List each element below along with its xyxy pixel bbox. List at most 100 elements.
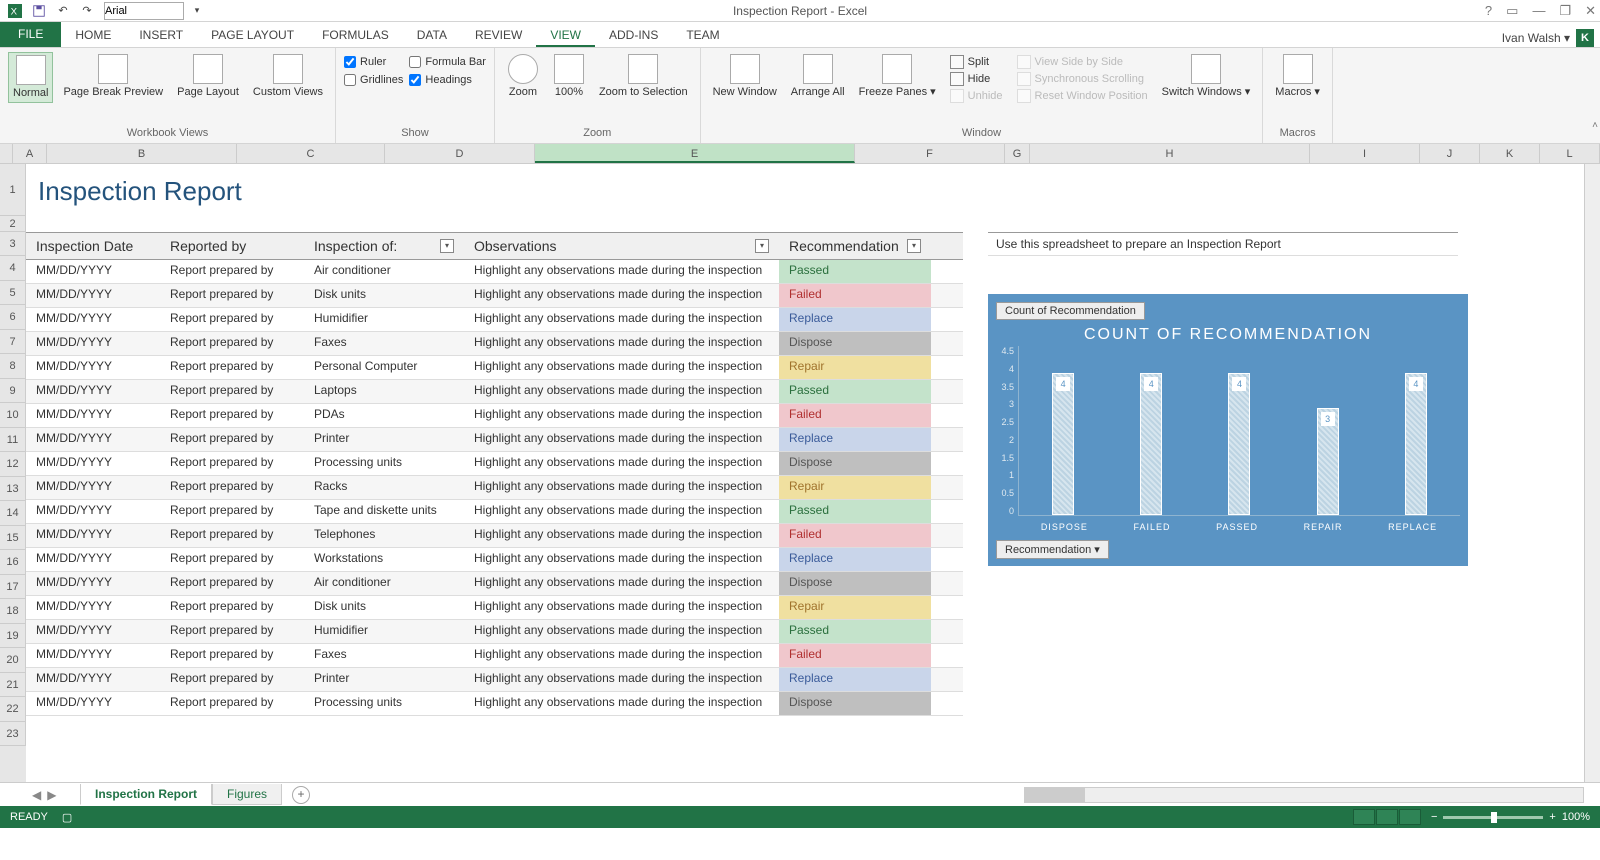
row-header-20[interactable]: 20 — [0, 648, 26, 673]
font-selector[interactable] — [104, 2, 184, 20]
cell-reported-by[interactable]: Report prepared by — [160, 284, 304, 307]
normal-view-button[interactable]: Normal — [8, 52, 53, 103]
col-header-J[interactable]: J — [1420, 144, 1480, 163]
cell-date[interactable]: MM/DD/YYYY — [26, 644, 160, 667]
row-header-21[interactable]: 21 — [0, 673, 26, 698]
table-row[interactable]: MM/DD/YYYYReport prepared byTelephonesHi… — [26, 524, 963, 548]
tab-nav-prev-icon[interactable]: ◀ — [32, 788, 41, 802]
cell-inspection-of[interactable]: Air conditioner — [304, 260, 464, 283]
table-row[interactable]: MM/DD/YYYYReport prepared byTape and dis… — [26, 500, 963, 524]
tab-home[interactable]: HOME — [61, 23, 125, 47]
cell-recommendation[interactable]: Failed — [779, 404, 931, 427]
cell-inspection-of[interactable]: PDAs — [304, 404, 464, 427]
cell-reported-by[interactable]: Report prepared by — [160, 476, 304, 499]
worksheet[interactable]: Inspection Report Inspection Date Report… — [26, 164, 1584, 782]
zoom-slider[interactable] — [1443, 816, 1543, 819]
cell-inspection-of[interactable]: Air conditioner — [304, 572, 464, 595]
cell-observations[interactable]: Highlight any observations made during t… — [464, 284, 779, 307]
tab-add-ins[interactable]: ADD-INS — [595, 23, 672, 47]
filter-icon[interactable]: ▾ — [755, 239, 769, 253]
cell-observations[interactable]: Highlight any observations made during t… — [464, 692, 779, 715]
tab-formulas[interactable]: FORMULAS — [308, 23, 403, 47]
cell-inspection-of[interactable]: Humidifier — [304, 620, 464, 643]
sheet-tab-inspection-report[interactable]: Inspection Report — [80, 784, 212, 805]
tab-nav-next-icon[interactable]: ▶ — [47, 788, 56, 802]
restore-icon[interactable]: ❐ — [1559, 3, 1571, 19]
col-header-B[interactable]: B — [47, 144, 237, 163]
cell-date[interactable]: MM/DD/YYYY — [26, 356, 160, 379]
cell-reported-by[interactable]: Report prepared by — [160, 452, 304, 475]
table-row[interactable]: MM/DD/YYYYReport prepared byDisk unitsHi… — [26, 284, 963, 308]
macro-record-icon[interactable]: ▢ — [62, 811, 72, 824]
zoom-100-button[interactable]: 100% — [549, 52, 589, 101]
cell-recommendation[interactable]: Repair — [779, 596, 931, 619]
chart-field-badge[interactable]: Count of Recommendation — [996, 302, 1145, 320]
cell-date[interactable]: MM/DD/YYYY — [26, 428, 160, 451]
hide-button[interactable]: Hide — [946, 71, 1007, 87]
row-header-23[interactable]: 23 — [0, 722, 26, 746]
cell-observations[interactable]: Highlight any observations made during t… — [464, 308, 779, 331]
cell-inspection-of[interactable]: Workstations — [304, 548, 464, 571]
row-header-9[interactable]: 9 — [0, 379, 26, 404]
horizontal-scrollbar[interactable] — [1024, 787, 1584, 803]
cell-inspection-of[interactable]: Printer — [304, 668, 464, 691]
row-header-22[interactable]: 22 — [0, 697, 26, 722]
row-header-17[interactable]: 17 — [0, 575, 26, 600]
cell-reported-by[interactable]: Report prepared by — [160, 644, 304, 667]
cell-reported-by[interactable]: Report prepared by — [160, 596, 304, 619]
cell-recommendation[interactable]: Failed — [779, 644, 931, 667]
col-header-G[interactable]: G — [1005, 144, 1030, 163]
table-row[interactable]: MM/DD/YYYYReport prepared byPrinterHighl… — [26, 428, 963, 452]
cell-reported-by[interactable]: Report prepared by — [160, 692, 304, 715]
row-header-11[interactable]: 11 — [0, 428, 26, 453]
redo-icon[interactable]: ↷ — [76, 1, 98, 21]
row-header-16[interactable]: 16 — [0, 550, 26, 575]
normal-view-icon[interactable] — [1353, 809, 1375, 825]
row-header-14[interactable]: 14 — [0, 501, 26, 526]
undo-icon[interactable]: ↶ — [52, 1, 74, 21]
cell-date[interactable]: MM/DD/YYYY — [26, 284, 160, 307]
cell-inspection-of[interactable]: Laptops — [304, 380, 464, 403]
row-header-4[interactable]: 4 — [0, 256, 26, 281]
collapse-ribbon-icon[interactable]: ˄ — [1592, 120, 1598, 131]
user-avatar[interactable]: K — [1576, 29, 1594, 47]
cell-reported-by[interactable]: Report prepared by — [160, 428, 304, 451]
cell-date[interactable]: MM/DD/YYYY — [26, 332, 160, 355]
cell-recommendation[interactable]: Replace — [779, 428, 931, 451]
cell-recommendation[interactable]: Dispose — [779, 692, 931, 715]
cell-observations[interactable]: Highlight any observations made during t… — [464, 380, 779, 403]
cell-recommendation[interactable]: Replace — [779, 668, 931, 691]
col-header-F[interactable]: F — [855, 144, 1005, 163]
row-header-1[interactable]: 1 — [0, 164, 26, 216]
cell-reported-by[interactable]: Report prepared by — [160, 332, 304, 355]
row-header-6[interactable]: 6 — [0, 305, 26, 330]
formula-bar-checkbox[interactable]: Formula Bar — [409, 56, 486, 68]
ruler-checkbox[interactable]: Ruler — [344, 56, 403, 68]
cell-observations[interactable]: Highlight any observations made during t… — [464, 332, 779, 355]
row-header-13[interactable]: 13 — [0, 477, 26, 502]
cell-reported-by[interactable]: Report prepared by — [160, 380, 304, 403]
tab-page-layout[interactable]: PAGE LAYOUT — [197, 23, 308, 47]
cell-observations[interactable]: Highlight any observations made during t… — [464, 260, 779, 283]
cell-inspection-of[interactable]: Printer — [304, 428, 464, 451]
cell-inspection-of[interactable]: Processing units — [304, 692, 464, 715]
table-row[interactable]: MM/DD/YYYYReport prepared byHumidifierHi… — [26, 620, 963, 644]
cell-observations[interactable]: Highlight any observations made during t… — [464, 476, 779, 499]
cell-date[interactable]: MM/DD/YYYY — [26, 380, 160, 403]
cell-recommendation[interactable]: Repair — [779, 476, 931, 499]
custom-views-button[interactable]: Custom Views — [249, 52, 327, 101]
cell-date[interactable]: MM/DD/YYYY — [26, 572, 160, 595]
page-layout-view-icon[interactable] — [1376, 809, 1398, 825]
cell-date[interactable]: MM/DD/YYYY — [26, 500, 160, 523]
tab-data[interactable]: DATA — [403, 23, 461, 47]
cell-reported-by[interactable]: Report prepared by — [160, 524, 304, 547]
cell-recommendation[interactable]: Passed — [779, 620, 931, 643]
cell-observations[interactable]: Highlight any observations made during t… — [464, 452, 779, 475]
cell-observations[interactable]: Highlight any observations made during t… — [464, 524, 779, 547]
recommendation-chart[interactable]: Count of Recommendation COUNT OF RECOMME… — [988, 294, 1468, 566]
cell-inspection-of[interactable]: Disk units — [304, 284, 464, 307]
cell-date[interactable]: MM/DD/YYYY — [26, 404, 160, 427]
filter-icon[interactable]: ▾ — [907, 239, 921, 253]
table-row[interactable]: MM/DD/YYYYReport prepared byPersonal Com… — [26, 356, 963, 380]
cell-date[interactable]: MM/DD/YYYY — [26, 260, 160, 283]
